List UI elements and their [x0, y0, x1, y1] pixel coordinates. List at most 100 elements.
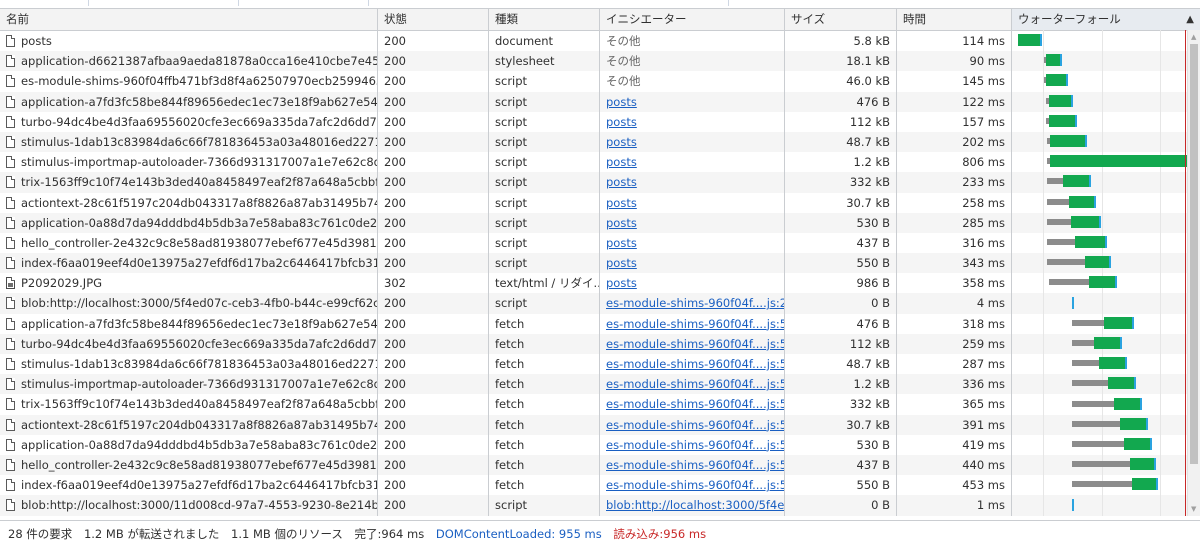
request-name-cell[interactable]: hello_controller-2e432c9c8e58ad81938077e…: [0, 454, 378, 476]
initiator-link[interactable]: es-module-shims-960f04f....js:524: [606, 458, 784, 472]
request-name-cell[interactable]: application-a7fd3fc58be844f89656edec1ec7…: [0, 91, 378, 112]
initiator-link[interactable]: posts: [606, 175, 637, 189]
request-name: stimulus-importmap-autoloader-7366d93131…: [21, 155, 378, 170]
request-initiator-cell[interactable]: posts: [600, 91, 785, 112]
request-name-cell[interactable]: stimulus-1dab13c83984da6c66f781836453a03…: [0, 354, 378, 375]
initiator-link[interactable]: posts: [606, 115, 637, 129]
initiator-link[interactable]: es-module-shims-960f04f....js:524: [606, 357, 784, 371]
request-size: 30.7 kB: [785, 414, 897, 435]
initiator-link[interactable]: posts: [606, 135, 637, 149]
scroll-up-icon[interactable]: ▲: [1191, 33, 1196, 41]
request-initiator-cell[interactable]: posts: [600, 152, 785, 173]
request-name: application-a7fd3fc58be844f89656edec1ec7…: [21, 316, 378, 331]
request-name-cell[interactable]: trix-1563ff9c10f74e143b3ded40a8458497eaf…: [0, 394, 378, 415]
initiator-link[interactable]: es-module-shims-960f04f....js:524: [606, 438, 784, 452]
request-type: fetch: [489, 333, 600, 354]
request-name-cell[interactable]: P2092029.JPG: [0, 273, 378, 294]
request-name-cell[interactable]: es-module-shims-960f04ffb471bf3d8f4a6250…: [0, 71, 378, 92]
request-initiator-cell[interactable]: es-module-shims-960f04f....js:524: [600, 454, 785, 476]
request-status: 200: [378, 91, 489, 112]
request-initiator-cell[interactable]: posts: [600, 273, 785, 294]
request-name-cell[interactable]: trix-1563ff9c10f74e143b3ded40a8458497eaf…: [0, 172, 378, 193]
request-name: index-f6aa019eef4d0e13975a27efdf6d17ba2c…: [21, 256, 378, 271]
request-size: 437 B: [785, 454, 897, 476]
initiator-link[interactable]: es-module-shims-960f04f....js:254: [606, 296, 784, 310]
initiator-link[interactable]: es-module-shims-960f04f....js:524: [606, 397, 784, 411]
column-header-name[interactable]: 名前: [0, 9, 378, 30]
request-name-cell[interactable]: application-d6621387afbaa9aeda81878a0cca…: [0, 51, 378, 72]
initiator-link[interactable]: blob:http://localhost:3000/5f4ed...: [606, 498, 784, 512]
request-name: trix-1563ff9c10f74e143b3ded40a8458497eaf…: [21, 175, 377, 190]
request-name-cell[interactable]: actiontext-28c61f5197c204db043317a8f8826…: [0, 414, 378, 435]
column-header-type[interactable]: 種類: [489, 9, 600, 30]
request-name-cell[interactable]: actiontext-28c61f5197c204db043317a8f8826…: [0, 192, 378, 213]
request-initiator-cell[interactable]: es-module-shims-960f04f....js:524: [600, 434, 785, 455]
request-initiator-cell[interactable]: es-module-shims-960f04f....js:524: [600, 394, 785, 415]
column-header-status[interactable]: 状態: [378, 9, 489, 30]
initiator-link[interactable]: es-module-shims-960f04f....js:524: [606, 317, 784, 331]
request-status: 200: [378, 333, 489, 354]
column-header-waterfall[interactable]: ウォーターフォール ▲: [1012, 9, 1200, 30]
initiator-link[interactable]: es-module-shims-960f04f....js:524: [606, 418, 784, 432]
request-size: 476 B: [785, 313, 897, 334]
request-type: stylesheet: [489, 51, 600, 72]
request-initiator-cell[interactable]: es-module-shims-960f04f....js:524: [600, 333, 785, 354]
request-name-cell[interactable]: blob:http://localhost:3000/5f4ed07c-ceb3…: [0, 293, 378, 314]
request-name-cell[interactable]: stimulus-importmap-autoloader-7366d93131…: [0, 152, 378, 173]
request-name-cell[interactable]: application-0a88d7da94dddbd4b5db3a7e58ab…: [0, 212, 378, 233]
request-type: document: [489, 31, 600, 52]
request-initiator-cell[interactable]: posts: [600, 131, 785, 153]
request-name: P2092029.JPG: [21, 276, 103, 291]
request-size: 437 B: [785, 232, 897, 254]
initiator-link[interactable]: posts: [606, 216, 637, 230]
request-type: fetch: [489, 313, 600, 334]
column-header-size[interactable]: サイズ: [785, 9, 897, 30]
scrollbar-thumb[interactable]: [1190, 44, 1198, 464]
initiator-link[interactable]: posts: [606, 196, 637, 210]
request-initiator-cell[interactable]: es-module-shims-960f04f....js:524: [600, 374, 785, 395]
request-type: script: [489, 232, 600, 254]
request-initiator-cell[interactable]: es-module-shims-960f04f....js:524: [600, 313, 785, 334]
request-initiator-cell[interactable]: posts: [600, 232, 785, 254]
request-initiator-cell[interactable]: posts: [600, 253, 785, 274]
request-initiator-cell[interactable]: es-module-shims-960f04f....js:254: [600, 293, 785, 314]
initiator-link[interactable]: es-module-shims-960f04f....js:524: [606, 478, 784, 492]
request-initiator-cell[interactable]: posts: [600, 192, 785, 213]
vertical-scrollbar[interactable]: ▲ ▼: [1187, 30, 1200, 516]
request-size: 1.2 kB: [785, 152, 897, 173]
request-initiator-cell[interactable]: blob:http://localhost:3000/5f4ed...: [600, 495, 785, 516]
request-type: text/html / リダイ...: [489, 273, 600, 294]
request-status: 302: [378, 273, 489, 294]
request-name-cell[interactable]: turbo-94dc4be4d3faa69556020cfe3ec669a335…: [0, 111, 378, 132]
request-name-cell[interactable]: hello_controller-2e432c9c8e58ad81938077e…: [0, 232, 378, 254]
request-initiator-cell[interactable]: posts: [600, 212, 785, 233]
initiator-link[interactable]: posts: [606, 256, 637, 270]
initiator-link[interactable]: posts: [606, 236, 637, 250]
request-name-cell[interactable]: stimulus-importmap-autoloader-7366d93131…: [0, 374, 378, 395]
request-name-cell[interactable]: application-0a88d7da94dddbd4b5db3a7e58ab…: [0, 434, 378, 455]
initiator-link[interactable]: posts: [606, 155, 637, 169]
request-name-cell[interactable]: index-f6aa019eef4d0e13975a27efdf6d17ba2c…: [0, 253, 378, 274]
document-icon: [6, 176, 15, 189]
initiator-link[interactable]: posts: [606, 95, 637, 109]
request-name-cell[interactable]: posts: [0, 31, 378, 52]
request-initiator-cell[interactable]: es-module-shims-960f04f....js:524: [600, 414, 785, 435]
request-name-cell[interactable]: turbo-94dc4be4d3faa69556020cfe3ec669a335…: [0, 333, 378, 354]
request-type: script: [489, 111, 600, 132]
request-initiator-cell[interactable]: posts: [600, 111, 785, 132]
document-icon: [6, 156, 15, 169]
request-initiator-cell[interactable]: posts: [600, 172, 785, 193]
request-name-cell[interactable]: application-a7fd3fc58be844f89656edec1ec7…: [0, 313, 378, 334]
initiator-link[interactable]: es-module-shims-960f04f....js:524: [606, 377, 784, 391]
request-initiator-cell[interactable]: es-module-shims-960f04f....js:524: [600, 475, 785, 496]
initiator-link[interactable]: es-module-shims-960f04f....js:524: [606, 337, 784, 351]
scroll-down-icon[interactable]: ▼: [1191, 505, 1196, 513]
column-header-initiator[interactable]: イニシエーター: [600, 9, 785, 30]
request-name-cell[interactable]: blob:http://localhost:3000/11d008cd-97a7…: [0, 495, 378, 516]
request-name-cell[interactable]: stimulus-1dab13c83984da6c66f781836453a03…: [0, 131, 378, 153]
request-name: application-0a88d7da94dddbd4b5db3a7e58ab…: [21, 437, 378, 452]
column-header-time[interactable]: 時間: [897, 9, 1012, 30]
request-initiator-cell[interactable]: es-module-shims-960f04f....js:524: [600, 354, 785, 375]
initiator-link[interactable]: posts: [606, 276, 637, 290]
request-name-cell[interactable]: index-f6aa019eef4d0e13975a27efdf6d17ba2c…: [0, 475, 378, 496]
